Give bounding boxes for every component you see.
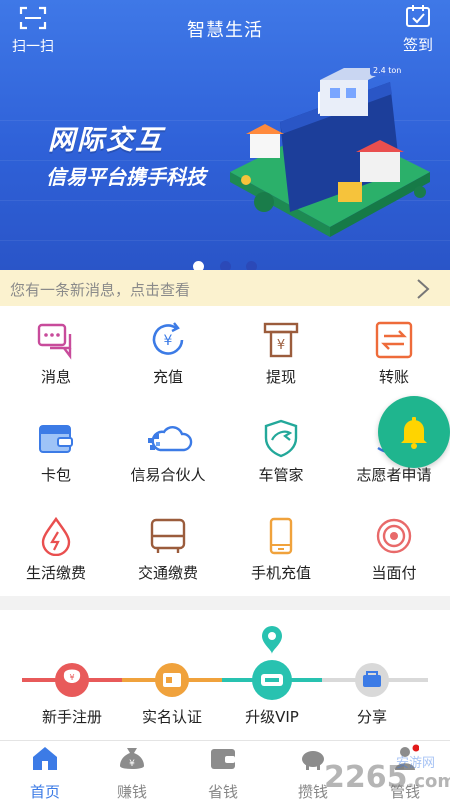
growth-progress: ¥ 新手注册 实名认证 升级VIP 分享 [0, 610, 450, 740]
home-icon [33, 747, 57, 770]
transfer-icon [375, 321, 413, 359]
tab-save[interactable]: 省钱 [178, 741, 268, 800]
face-pay-icon [376, 518, 412, 554]
tab-earn[interactable]: ¥ 赚钱 [87, 741, 177, 800]
phone-icon [269, 517, 293, 555]
function-grid: 消息 ¥ 充值 ¥ 提现 转账 卡包 信易合伙人 车管家 志愿者申请 生活缴费 … [0, 306, 450, 596]
message-icon [37, 323, 72, 360]
tab-home[interactable]: 首页 [0, 741, 90, 800]
step-label: 实名认证 [141, 708, 202, 726]
function-car-steward[interactable]: 车管家 [225, 404, 337, 500]
id-card-icon [155, 663, 189, 697]
svg-text:2.4 ton: 2.4 ton [373, 66, 401, 75]
function-label: 手机充值 [250, 564, 311, 582]
banner-title: 网际交互 [48, 125, 164, 156]
money-bag-icon: ¥ [120, 748, 144, 769]
function-label: 车管家 [258, 466, 304, 484]
chevron-right-icon [417, 279, 430, 299]
svg-text:¥: ¥ [69, 673, 74, 682]
function-phone-recharge[interactable]: 手机充值 [225, 502, 337, 598]
water-drop-icon [41, 516, 71, 556]
partner-cloud-icon [148, 426, 193, 452]
banner-text: 网际交互 信易平台携手科技 [46, 118, 206, 190]
money-bag-icon: ¥ [55, 663, 89, 697]
function-label: 交通缴费 [137, 564, 198, 582]
function-withdraw[interactable]: ¥ 提现 [225, 306, 337, 402]
page-title: 智慧生活 [187, 20, 263, 41]
wallet-icon [39, 425, 73, 453]
function-traffic-payment[interactable]: 交通缴费 [112, 502, 224, 598]
function-recharge[interactable]: ¥ 充值 [112, 306, 224, 402]
banner-subtitle: 信易平台携手科技 [46, 165, 206, 189]
carousel-indicator [0, 257, 450, 270]
banner-illustration: CC 2.4 ton [230, 64, 430, 237]
share-bag-icon [355, 663, 389, 697]
function-message[interactable]: 消息 [0, 306, 112, 402]
floating-bell-button[interactable] [378, 396, 450, 468]
tab-label: 赚钱 [116, 783, 147, 800]
function-label: 当面付 [371, 564, 417, 582]
bell-icon [401, 417, 427, 449]
function-partner[interactable]: 信易合伙人 [112, 404, 224, 500]
tab-label: 首页 [29, 783, 60, 800]
banner-carousel[interactable]: 扫一扫 智慧生活 签到 网际交互 信易平台携手科技 2.4 ton [0, 0, 450, 270]
step-label: 新手注册 [41, 708, 102, 726]
bus-icon [150, 518, 186, 553]
vip-ticket-icon [252, 626, 292, 700]
function-label: 充值 [152, 368, 183, 386]
withdraw-icon: ¥ [263, 322, 299, 358]
notice-text: 您有一条新消息，点击查看 [10, 281, 191, 299]
function-label: 转账 [378, 368, 409, 386]
svg-text:¥: ¥ [129, 759, 135, 769]
carousel-dot[interactable] [245, 261, 257, 270]
svg-text:¥: ¥ [277, 338, 285, 353]
svg-text:¥: ¥ [164, 333, 173, 349]
recharge-icon: ¥ [152, 322, 184, 355]
app-screen: 扫一扫 智慧生活 签到 网际交互 信易平台携手科技 2.4 ton 您有一条新消… [0, 0, 450, 800]
function-label: 信易合伙人 [130, 466, 206, 484]
checkin-label: 签到 [402, 36, 433, 54]
function-label: 生活缴费 [25, 564, 86, 582]
function-label: 消息 [40, 368, 71, 386]
step-label: 分享 [356, 708, 387, 726]
calendar-check-icon [406, 5, 430, 27]
tab-label: 省钱 [207, 783, 238, 800]
top-bar: 扫一扫 智慧生活 签到 [0, 0, 450, 56]
carousel-dot[interactable] [193, 261, 205, 270]
watermark-site-name: 安游网 [396, 756, 436, 771]
function-face-pay[interactable]: 当面付 [338, 502, 450, 598]
function-wallet[interactable]: 卡包 [0, 404, 112, 500]
function-utility-payment[interactable]: 生活缴费 [0, 502, 112, 598]
wallet-icon [211, 749, 235, 769]
carousel-dot[interactable] [219, 261, 231, 270]
function-label: 提现 [265, 368, 296, 386]
notice-bar[interactable]: 您有一条新消息，点击查看 [0, 270, 450, 306]
function-transfer[interactable]: 转账 [338, 306, 450, 402]
function-label: 卡包 [40, 466, 71, 484]
checkin-button[interactable]: 签到 [398, 4, 438, 55]
step-label: 升级VIP [245, 708, 299, 726]
piggy-bank-icon [302, 751, 324, 770]
car-steward-icon [264, 419, 298, 458]
